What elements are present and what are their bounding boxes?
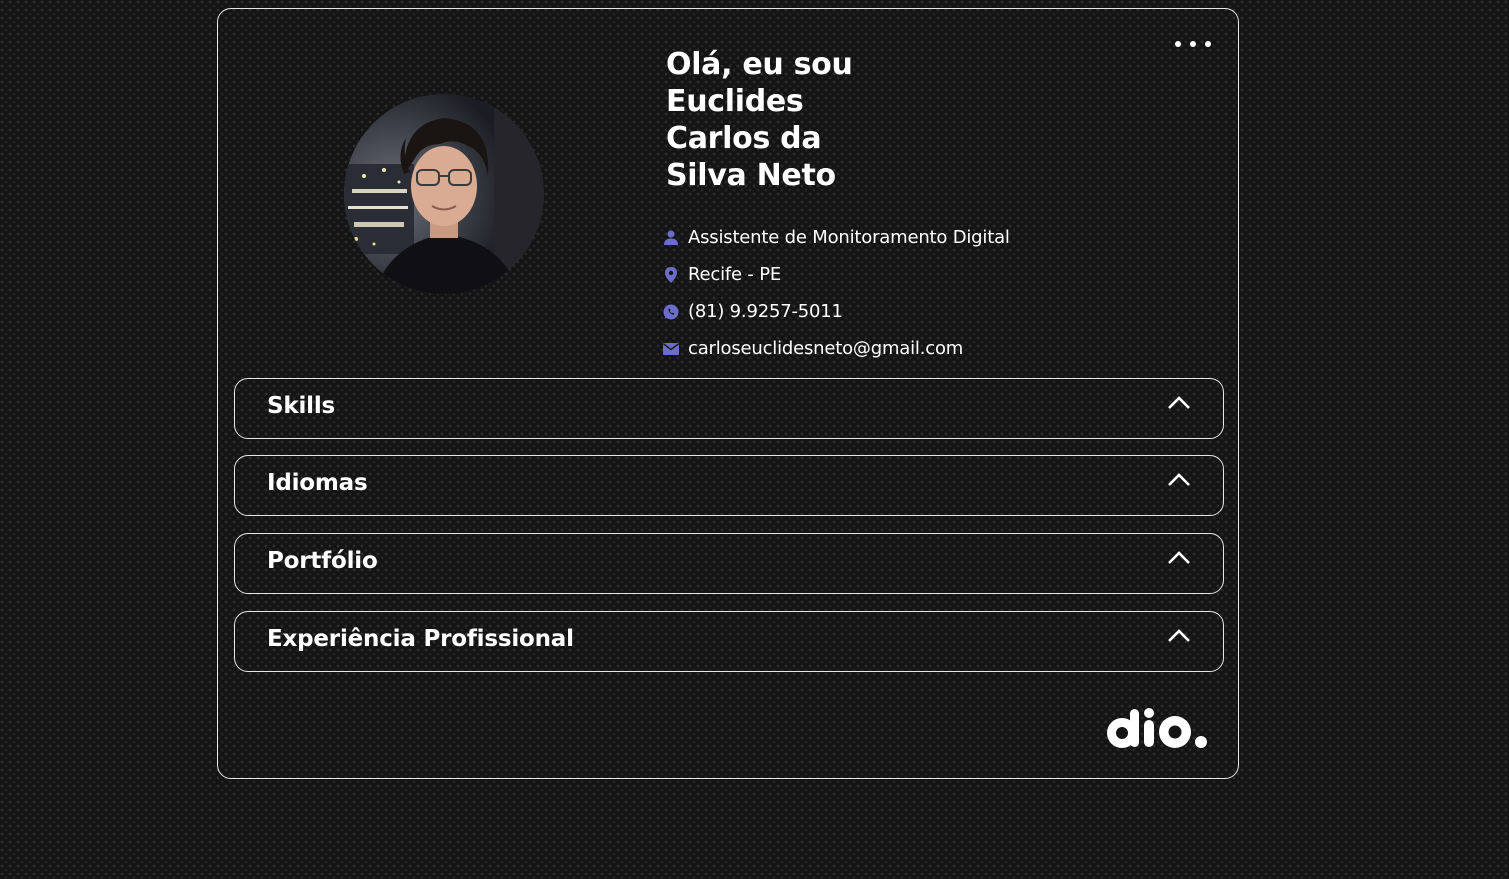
profile-card: Olá, eu sou Euclides Carlos da Silva Net… xyxy=(217,8,1239,779)
role-text: Assistente de Monitoramento Digital xyxy=(688,227,1010,248)
chevron-up-icon[interactable] xyxy=(1165,548,1193,568)
avatar xyxy=(344,94,544,294)
map-pin-icon xyxy=(663,266,679,283)
phone-text: (81) 9.9257-5011 xyxy=(688,301,843,322)
location-text: Recife - PE xyxy=(688,264,782,285)
section-experiencia[interactable]: Experiência Profissional xyxy=(234,611,1224,672)
page-title: Olá, eu sou Euclides Carlos da Silva Net… xyxy=(666,47,853,193)
section-idiomas[interactable]: Idiomas xyxy=(234,455,1224,516)
chevron-up-icon[interactable] xyxy=(1165,393,1193,413)
section-idiomas-title: Idiomas xyxy=(267,470,368,496)
section-experiencia-title: Experiência Profissional xyxy=(267,626,574,652)
dio-logo xyxy=(1107,708,1207,748)
mail-icon xyxy=(663,341,679,357)
info-email[interactable]: carloseuclidesneto@gmail.com xyxy=(663,330,1010,367)
menu-dot xyxy=(1190,41,1196,47)
section-portfolio[interactable]: Portfólio xyxy=(234,533,1224,594)
section-skills[interactable]: Skills xyxy=(234,378,1224,439)
menu-dot xyxy=(1205,41,1211,47)
info-phone[interactable]: (81) 9.9257-5011 xyxy=(663,293,1010,330)
whatsapp-icon xyxy=(663,304,679,320)
section-skills-title: Skills xyxy=(267,393,336,419)
more-options-icon[interactable] xyxy=(1175,35,1211,53)
info-role: Assistente de Monitoramento Digital xyxy=(663,219,1010,256)
menu-dot xyxy=(1175,41,1181,47)
chevron-up-icon[interactable] xyxy=(1165,470,1193,490)
user-icon xyxy=(663,230,679,246)
email-text: carloseuclidesneto@gmail.com xyxy=(688,338,964,359)
contact-info-list: Assistente de Monitoramento Digital Reci… xyxy=(663,219,1010,367)
avatar-photo xyxy=(344,94,544,294)
section-portfolio-title: Portfólio xyxy=(267,548,378,574)
chevron-up-icon[interactable] xyxy=(1165,626,1193,646)
info-location: Recife - PE xyxy=(663,256,1010,293)
